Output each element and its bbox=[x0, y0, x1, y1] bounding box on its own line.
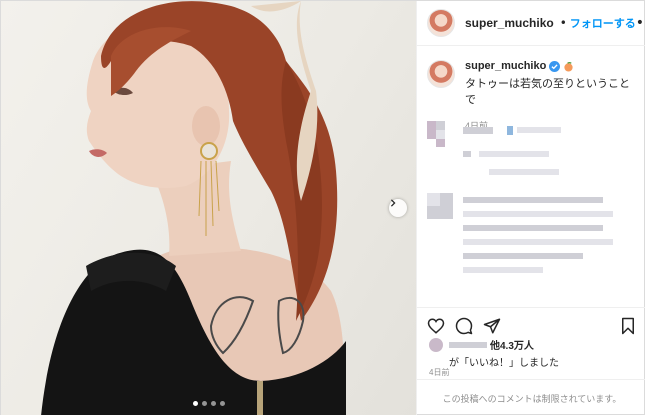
censored-avatar bbox=[427, 121, 453, 147]
post-photo[interactable] bbox=[1, 1, 416, 415]
censored-comments bbox=[417, 111, 645, 291]
liker-avatar bbox=[429, 337, 443, 352]
chevron-right-icon bbox=[390, 199, 396, 207]
heart-icon bbox=[427, 317, 445, 334]
censored-text bbox=[463, 127, 493, 134]
avatar[interactable] bbox=[427, 60, 455, 88]
post-header: super_muchiko • フォローする ••• bbox=[417, 1, 645, 46]
post-side-panel: super_muchiko • フォローする ••• super_muchiko bbox=[416, 1, 645, 415]
photo-illustration bbox=[41, 1, 346, 415]
more-options-icon[interactable]: ••• bbox=[636, 15, 645, 31]
caption-text: タトゥーは若気の至りということで bbox=[465, 78, 630, 106]
likes-summary[interactable]: 他4.3万人 が「いいね！」しました bbox=[429, 337, 559, 369]
paper-plane-icon bbox=[483, 318, 501, 333]
comment-icon bbox=[455, 317, 473, 334]
like-button[interactable] bbox=[427, 317, 445, 335]
censored-liker-name bbox=[449, 341, 487, 348]
verified-badge-icon bbox=[549, 60, 561, 72]
comments-disabled-notice: この投稿へのコメントは制限されています。 bbox=[417, 379, 645, 415]
separator-dot: • bbox=[559, 16, 567, 30]
likes-count[interactable]: 他4.3万人 bbox=[490, 337, 534, 352]
carousel-indicator bbox=[1, 401, 416, 406]
carousel-dot bbox=[210, 401, 216, 406]
carousel-dot bbox=[192, 401, 198, 406]
avatar[interactable] bbox=[427, 9, 455, 37]
carousel-dot bbox=[201, 401, 207, 406]
save-button[interactable] bbox=[619, 317, 637, 335]
carousel-dot bbox=[219, 401, 225, 406]
share-button[interactable] bbox=[483, 317, 501, 335]
comment-button[interactable] bbox=[455, 317, 473, 335]
instagram-post: super_muchiko • フォローする ••• super_muchiko bbox=[0, 0, 645, 415]
bookmark-icon bbox=[622, 317, 634, 334]
peach-emoji-icon bbox=[564, 61, 573, 72]
follow-button[interactable]: フォローする bbox=[570, 15, 636, 31]
censored-avatar bbox=[427, 193, 453, 219]
censored-text bbox=[463, 197, 603, 203]
username-link[interactable]: super_muchiko bbox=[465, 16, 554, 30]
post-timestamp[interactable]: 4日前 bbox=[429, 367, 449, 378]
caption-username[interactable]: super_muchiko bbox=[465, 60, 546, 72]
next-slide-button[interactable] bbox=[389, 199, 407, 217]
